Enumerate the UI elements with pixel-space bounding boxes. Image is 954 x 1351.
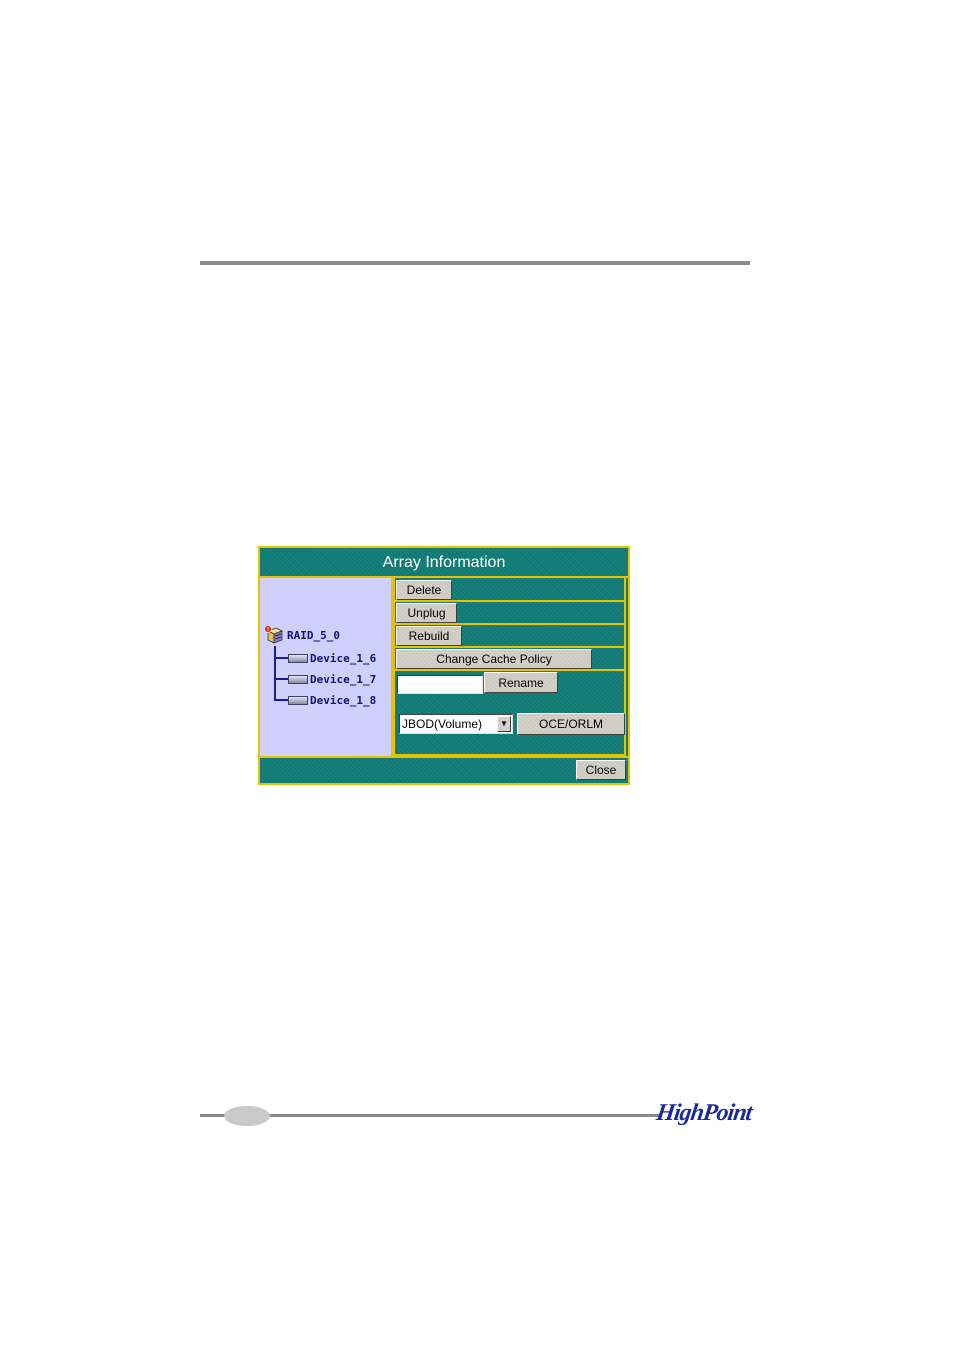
close-button[interactable]: Close — [576, 760, 626, 780]
tree-node-device[interactable]: Device_1_7 — [288, 673, 376, 686]
action-row-rebuild: Rebuild — [393, 625, 626, 648]
array-label: RAID_5_0 — [287, 628, 340, 642]
tree-node-array[interactable]: ! RAID_5_0 — [264, 625, 340, 645]
oce-mode-select[interactable]: JBOD(Volume) ▼ — [399, 714, 513, 734]
device-label: Device_1_6 — [310, 652, 377, 665]
device-label: Device_1_7 — [310, 673, 377, 686]
tree-connector-branch — [274, 699, 288, 701]
tree-node-device[interactable]: Device_1_8 — [288, 694, 376, 707]
action-row-unplug: Unplug — [393, 602, 626, 625]
array-actions-panel: Delete Unplug Rebuild Change Cache Polic… — [393, 578, 628, 756]
unplug-button[interactable]: Unplug — [396, 603, 457, 623]
tree-connector-branch — [274, 678, 288, 680]
chevron-down-icon[interactable]: ▼ — [497, 716, 511, 732]
disk-icon — [288, 696, 308, 705]
array-information-dialog: Array Information ! RAID_5_0 Device_1_6 … — [258, 546, 630, 785]
page-number-oval — [224, 1106, 270, 1126]
rebuild-button[interactable]: Rebuild — [396, 626, 462, 646]
rename-button[interactable]: Rename — [484, 672, 558, 693]
tree-node-device[interactable]: Device_1_6 — [288, 652, 376, 665]
tree-connector-vertical — [274, 646, 276, 699]
disk-icon — [288, 675, 308, 684]
action-row-cache-policy: Change Cache Policy — [393, 648, 626, 671]
disk-icon — [288, 654, 308, 663]
header-rule — [200, 261, 750, 265]
device-label: Device_1_8 — [310, 694, 377, 707]
svg-text:!: ! — [267, 627, 269, 633]
dialog-title: Array Information — [260, 548, 628, 578]
raid-array-icon: ! — [264, 625, 284, 645]
array-tree-panel: ! RAID_5_0 Device_1_6 Device_1_7 Device_… — [260, 578, 393, 756]
delete-button[interactable]: Delete — [396, 580, 452, 600]
oce-orlm-button[interactable]: OCE/ORLM — [517, 713, 625, 735]
oce-mode-select-value: JBOD(Volume) — [402, 717, 483, 731]
tree-connector-branch — [274, 657, 288, 659]
highpoint-logo: HighPoint — [654, 1100, 754, 1126]
dialog-footer: Close — [260, 756, 628, 785]
change-cache-policy-button[interactable]: Change Cache Policy — [396, 649, 592, 669]
action-row-delete: Delete — [393, 578, 626, 602]
rename-input[interactable] — [397, 675, 483, 694]
action-row-rename: Rename JBOD(Volume) ▼ OCE/ORLM — [393, 671, 626, 756]
